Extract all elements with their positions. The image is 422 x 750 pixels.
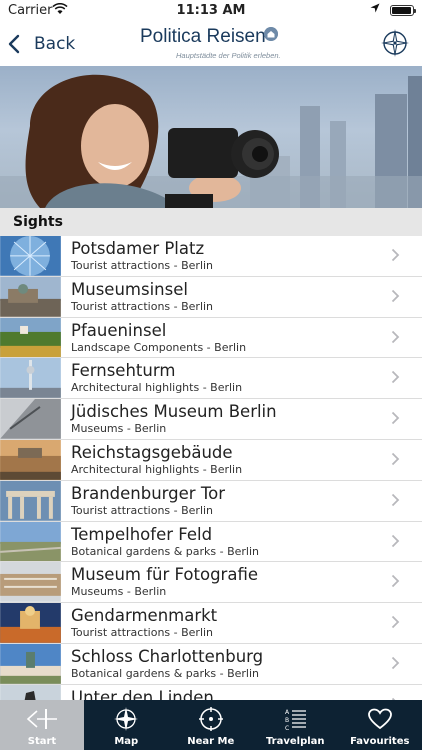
- brand-logo: Politica Reisen Hauptstädte der Politik …: [140, 26, 281, 62]
- thumbnail-image: [0, 643, 61, 684]
- chevron-right-icon: [391, 616, 400, 629]
- section-title: Sights: [13, 214, 63, 230]
- tab-label: Near Me: [187, 736, 235, 747]
- back-button[interactable]: Back: [8, 30, 75, 58]
- list-item[interactable]: Jüdisches Museum Berlin Museums - Berlin: [0, 399, 422, 440]
- tab-travelplan[interactable]: A B C Travelplan: [253, 700, 338, 750]
- list-item[interactable]: Pfaueninsel Landscape Components - Berli…: [0, 317, 422, 359]
- thumbnail-image: [0, 521, 61, 562]
- thumbnail-image: [0, 358, 61, 399]
- svg-text:B: B: [285, 717, 289, 724]
- item-title: Unter den Linden: [71, 687, 214, 700]
- chevron-right-icon: [391, 534, 400, 547]
- sights-list: Potsdamer Platz Tourist attractions - Be…: [0, 236, 422, 700]
- tab-bar: Start Map Near Me A B C Travelplan Favou…: [0, 700, 422, 750]
- list-item[interactable]: Fernsehturm Architectural highlights - B…: [0, 358, 422, 400]
- chevron-right-icon: [391, 656, 400, 670]
- tab-label: Map: [114, 736, 139, 747]
- item-title: Gendarmenmarkt: [71, 606, 218, 626]
- location-arrow-icon: [370, 3, 380, 13]
- item-title: Pfaueninsel: [71, 320, 167, 340]
- tab-near-me[interactable]: Near Me: [169, 700, 254, 750]
- chevron-right-icon: [391, 493, 400, 506]
- item-title: Potsdamer Platz: [71, 239, 205, 258]
- tab-favourites[interactable]: Favourites: [338, 700, 422, 750]
- item-subtitle: Museums - Berlin: [71, 585, 167, 599]
- start-icon: [26, 709, 57, 729]
- tab-label: Favourites: [350, 736, 410, 747]
- tab-start[interactable]: Start: [0, 700, 84, 750]
- battery-icon: [390, 5, 416, 16]
- item-title: Museumsinsel: [71, 279, 188, 299]
- item-subtitle: Tourist attractions - Berlin: [71, 299, 214, 313]
- item-title: Tempelhofer Feld: [71, 524, 213, 544]
- list-item[interactable]: Museum für Fotografie Museums - Berlin: [0, 562, 422, 604]
- tab-map[interactable]: Map: [84, 700, 169, 750]
- item-subtitle: Architectural highlights - Berlin: [71, 381, 243, 395]
- chevron-right-icon: [391, 452, 400, 466]
- clock: 11:13 AM: [176, 3, 246, 18]
- chevron-right-icon: [391, 248, 400, 262]
- thumbnail-image: [0, 480, 61, 521]
- list-item[interactable]: Potsdamer Platz Tourist attractions - Be…: [0, 236, 422, 277]
- thumbnail-image: [0, 603, 61, 643]
- item-subtitle: Landscape Components - Berlin: [71, 340, 247, 354]
- item-subtitle: Architectural highlights - Berlin: [71, 462, 243, 476]
- compass-icon: [114, 707, 139, 731]
- list-item[interactable]: Museumsinsel Tourist attractions - Berli…: [0, 276, 422, 318]
- heart-icon: [367, 708, 392, 730]
- thumbnail-image: [0, 562, 61, 603]
- item-title: Fernsehturm: [71, 361, 176, 381]
- item-subtitle: Tourist attractions - Berlin: [71, 503, 214, 517]
- tab-label: Start: [27, 736, 57, 747]
- navigation-bar: Back Politica Reisen Hauptstädte der Pol…: [0, 22, 422, 66]
- brand-tagline: Hauptstädte der Politik erleben.: [176, 51, 281, 60]
- chevron-right-icon: [391, 575, 400, 588]
- list-item[interactable]: Reichstagsgebäude Architectural highligh…: [0, 439, 422, 481]
- item-title: Jüdisches Museum Berlin: [71, 402, 277, 422]
- thumbnail-image: [0, 684, 61, 700]
- list-item[interactable]: Gendarmenmarkt Tourist attractions - Ber…: [0, 603, 422, 644]
- thumbnail-image: [0, 439, 61, 480]
- item-title: Reichstagsgebäude: [71, 442, 233, 462]
- compass-icon[interactable]: [380, 28, 410, 58]
- list-item[interactable]: Tempelhofer Feld Botanical gardens & par…: [0, 521, 422, 563]
- thumbnail-image: [0, 236, 61, 276]
- item-subtitle: Botanical gardens & parks - Berlin: [71, 666, 260, 680]
- abc-list-icon: A B C: [285, 709, 307, 732]
- svg-text:C: C: [285, 725, 289, 732]
- chevron-right-icon: [391, 289, 400, 302]
- section-header: Sights: [0, 208, 422, 236]
- item-subtitle: Museums - Berlin: [71, 422, 167, 436]
- hero-image: [0, 66, 422, 208]
- thumbnail-image: [0, 276, 61, 317]
- tab-label: Travelplan: [265, 736, 325, 747]
- hero-photo: [0, 74, 422, 208]
- item-title: Museum für Fotografie: [71, 565, 258, 585]
- chevron-right-icon: [391, 371, 400, 384]
- item-subtitle: Tourist attractions - Berlin: [71, 259, 214, 272]
- list-item[interactable]: Unter den Linden: [0, 684, 422, 700]
- chevron-right-icon: [391, 330, 400, 343]
- chevron-right-icon: [391, 412, 400, 425]
- list-item[interactable]: Schloss Charlottenburg Botanical gardens…: [0, 643, 422, 685]
- list-item[interactable]: Brandenburger Tor Tourist attractions - …: [0, 480, 422, 522]
- house-icon: [264, 27, 278, 41]
- svg-text:A: A: [285, 709, 290, 716]
- item-title: Schloss Charlottenburg: [71, 646, 264, 666]
- thumbnail-image: [0, 399, 61, 439]
- chevron-left-icon: [8, 34, 20, 54]
- thumbnail-image: [0, 317, 61, 358]
- item-subtitle: Tourist attractions - Berlin: [71, 626, 214, 640]
- brand-name: Politica Reisen: [140, 26, 266, 47]
- crosshair-icon: [198, 707, 223, 731]
- item-title: Brandenburger Tor: [71, 483, 225, 503]
- back-label: Back: [34, 34, 76, 54]
- item-subtitle: Botanical gardens & parks - Berlin: [71, 544, 260, 558]
- status-bar: Carrier 11:13 AM: [0, 0, 422, 22]
